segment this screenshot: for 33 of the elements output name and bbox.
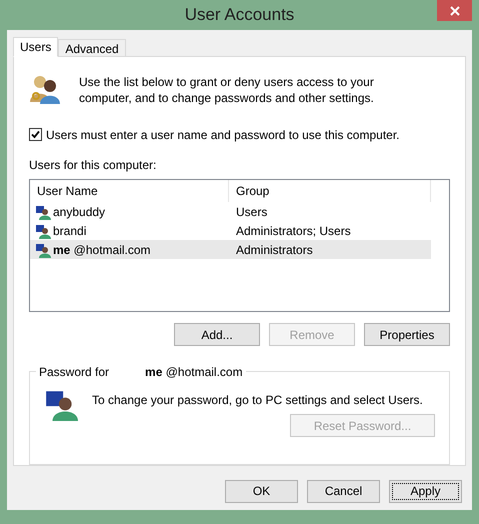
intro-text: Use the list below to grant or deny users access to your computer, and to change passwords and other settings. — [79, 74, 375, 106]
users-icon — [29, 74, 61, 104]
user-group: Administrators; Users — [229, 222, 351, 240]
tab[interactable]: Users — [13, 37, 58, 57]
check-icon — [31, 130, 40, 139]
user-group: Users — [229, 202, 268, 220]
column-header[interactable]: Group — [229, 180, 431, 202]
account-name: me @hotmail.com — [145, 364, 243, 382]
user-name: me @hotmail.com — [53, 242, 151, 258]
password-message: To change your password, go to PC settings and select Users. — [92, 392, 423, 410]
list-button[interactable]: Add... — [174, 323, 260, 346]
dialog-button[interactable]: Apply — [389, 480, 462, 502]
list-row[interactable]: me @hotmail.com Administrators — [30, 240, 431, 259]
list-row[interactable]: brandi Administrators; Users — [30, 221, 431, 240]
user-monitor-icon — [35, 222, 51, 238]
list-row[interactable]: anybuddy Users — [30, 202, 431, 221]
dialog-button[interactable]: Cancel — [307, 480, 380, 502]
checkbox[interactable] — [29, 128, 42, 141]
users-label: Users for this computer: — [29, 157, 158, 174]
user-monitor-icon — [35, 242, 51, 258]
user-group: Administrators — [229, 240, 313, 258]
dialog-button[interactable]: OK — [225, 480, 298, 502]
user-name: anybuddy — [53, 204, 106, 220]
checkbox-label: Users must enter a user name and password to use this computer. — [46, 126, 400, 144]
close-icon — [450, 6, 460, 16]
column-header[interactable]: User Name — [30, 180, 229, 202]
group-legend: Password for — [39, 363, 110, 382]
user-monitor-icon — [35, 204, 51, 220]
tab[interactable]: Advanced — [58, 39, 126, 57]
user-name: brandi — [53, 222, 86, 240]
close-button[interactable] — [437, 0, 472, 21]
list-button[interactable]: Properties — [364, 323, 450, 346]
window-title: User Accounts — [184, 4, 294, 26]
